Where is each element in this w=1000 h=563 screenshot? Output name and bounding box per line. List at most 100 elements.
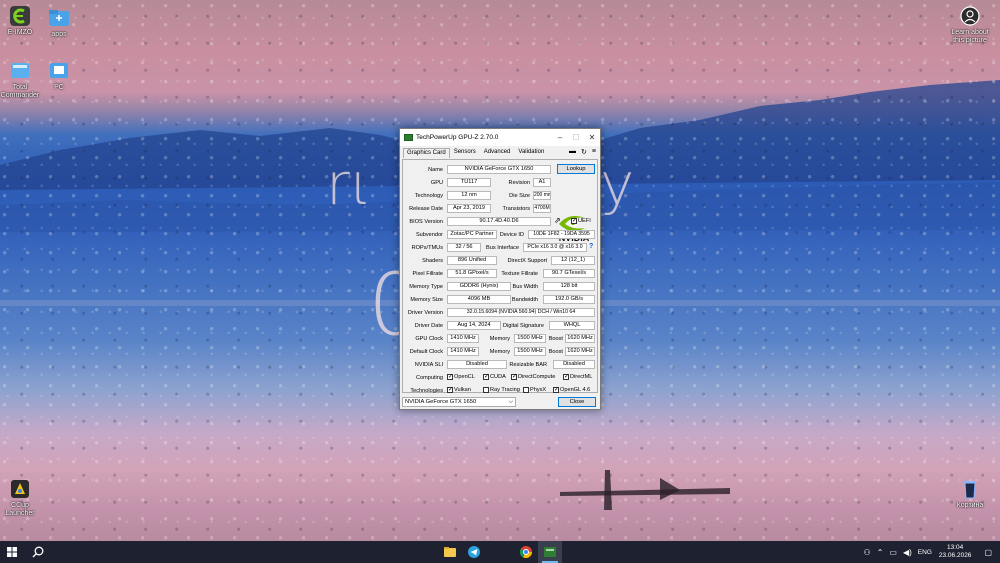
field-release-date[interactable]: Apr 23, 2019 bbox=[447, 204, 491, 213]
taskbar-app-gpuz[interactable] bbox=[538, 541, 562, 563]
gpuz-titlebar[interactable]: TechPowerUp GPU-Z 2.70.0 – ☐ ✕ bbox=[400, 129, 600, 146]
field-nvidia-sli[interactable]: Disabled bbox=[447, 360, 507, 369]
volume-icon[interactable]: ◀) bbox=[903, 548, 912, 557]
refresh-icon[interactable]: ↻ bbox=[581, 148, 587, 156]
language-switch[interactable]: ENG bbox=[918, 549, 932, 556]
field-texture-fillrate[interactable]: 90.7 GTexel/s bbox=[543, 269, 595, 278]
desktop-icon-ccup-launcher[interactable]: CCup Launcher bbox=[0, 478, 42, 518]
tab-graphics-card[interactable]: Graphics Card bbox=[403, 148, 450, 158]
checkbox-box: ✓ bbox=[571, 218, 578, 224]
taskbar-clock[interactable]: 13:04 23.06.2026 bbox=[939, 544, 972, 560]
field-name[interactable]: NVIDIA GeForce GTX 1650 bbox=[447, 165, 551, 174]
tab-sensors[interactable]: Sensors bbox=[450, 147, 480, 158]
start-button[interactable] bbox=[0, 541, 24, 563]
taskbar-time: 13:04 bbox=[947, 544, 964, 551]
field-transistors[interactable]: 4700M bbox=[533, 204, 551, 213]
label-rops-tmus: ROPs/TMUs bbox=[411, 245, 443, 251]
field-gpu-clock[interactable]: 1410 MHz bbox=[447, 334, 479, 343]
field-shaders[interactable]: 896 Unified bbox=[447, 256, 497, 265]
field-technology[interactable]: 12 nm bbox=[447, 191, 491, 200]
lookup-button[interactable]: Lookup bbox=[557, 164, 595, 174]
gpu-select-dropdown[interactable]: NVIDIA GeForce GTX 1650 ⌵ bbox=[402, 397, 516, 407]
checkbox-directcompute[interactable]: ✓ DirectCompute bbox=[511, 374, 555, 380]
maximize-icon[interactable]: ☐ bbox=[568, 129, 584, 146]
field-gpu[interactable]: TU117 bbox=[447, 178, 491, 187]
desktop-icon-recycle-bin[interactable]: Корзина bbox=[948, 478, 992, 510]
checkbox-opengl[interactable]: ✓ OpenGL 4.6 bbox=[553, 387, 590, 393]
desktop-icon-label: PC bbox=[54, 84, 64, 91]
field-gpu-memory[interactable]: 1500 MHz bbox=[514, 334, 546, 343]
field-pixel-fillrate[interactable]: 51.8 GPixel/s bbox=[447, 269, 497, 278]
field-bandwidth[interactable]: 192.0 GB/s bbox=[543, 295, 595, 304]
label-bus-interface: Bus Interface bbox=[486, 245, 519, 251]
desktop-icon-apps[interactable]: apps bbox=[37, 7, 81, 39]
taskbar-app-chrome[interactable] bbox=[514, 541, 538, 563]
field-bus-width[interactable]: 128 bit bbox=[543, 282, 595, 291]
checkbox-label: PhysX bbox=[530, 387, 547, 393]
label-gpu-clock: GPU Clock bbox=[415, 336, 443, 342]
checkbox-box: ✓ bbox=[447, 374, 454, 380]
ccup-launcher-icon bbox=[11, 480, 29, 498]
gpuz-window-title: TechPowerUp GPU-Z 2.70.0 bbox=[416, 134, 499, 141]
field-bios-version[interactable]: 90.17.4D.40.D6 bbox=[447, 217, 551, 226]
label-technologies: Technologies bbox=[410, 388, 443, 394]
checkbox-physx[interactable]: PhysX bbox=[523, 387, 546, 393]
people-icon[interactable]: ⚇ bbox=[864, 548, 871, 557]
field-driver-version[interactable]: 32.0.15.6094 (NVIDIA 560.94) DCH / Win10… bbox=[447, 308, 595, 317]
field-memory-type[interactable]: GDDR6 (Hynix) bbox=[447, 282, 511, 291]
label-shaders: Shaders bbox=[422, 258, 443, 264]
checkbox-label: DirectCompute bbox=[518, 374, 556, 380]
field-rops-tmus[interactable]: 32 / 56 bbox=[447, 243, 481, 252]
checkbox-vulkan[interactable]: ✓ Vulkan bbox=[447, 387, 471, 393]
field-resizable-bar[interactable]: Disabled bbox=[553, 360, 595, 369]
checkbox-opencl[interactable]: ✓ OpenCL bbox=[447, 374, 475, 380]
tab-validation[interactable]: Validation bbox=[514, 147, 548, 158]
desktop-icon-pc[interactable]: PC bbox=[37, 60, 81, 92]
label-bios-version: BIOS Version bbox=[409, 219, 443, 225]
checkbox-directml[interactable]: ✓ DirectML bbox=[563, 374, 592, 380]
field-die-size[interactable]: 200 mm² bbox=[533, 191, 551, 200]
label-default-memory: Memory bbox=[489, 349, 510, 355]
checkbox-cuda[interactable]: ✓ CUDA bbox=[483, 374, 506, 380]
screenshot-camera-icon[interactable]: ▬ bbox=[569, 148, 576, 156]
label-die-size: Die Size bbox=[509, 193, 530, 199]
menu-icon[interactable]: ≡ bbox=[592, 148, 596, 156]
e-imzo-icon bbox=[10, 6, 30, 26]
close-icon[interactable]: ✕ bbox=[584, 129, 600, 146]
label-resizable-bar: Resizable BAR bbox=[509, 362, 547, 368]
minimize-icon[interactable]: – bbox=[552, 129, 568, 146]
field-gpu-boost[interactable]: 1620 MHz bbox=[565, 334, 595, 343]
notifications-icon[interactable]: ▢ bbox=[984, 548, 992, 557]
chevron-up-icon[interactable]: ⌃ bbox=[877, 548, 884, 557]
field-memory-size[interactable]: 4096 MB bbox=[447, 295, 511, 304]
taskbar-app-file-explorer[interactable] bbox=[438, 541, 462, 563]
field-device-id[interactable]: 10DE 1F82 - 19DA 3595 bbox=[528, 230, 595, 239]
checkbox-uefi[interactable]: ✓ UEFI bbox=[571, 218, 591, 224]
network-icon[interactable]: ▭ bbox=[889, 548, 897, 557]
field-bus-interface[interactable]: PCIe x16 3.0 @ x16 3.0 bbox=[523, 243, 587, 252]
field-driver-date[interactable]: Aug 14, 2024 bbox=[447, 321, 501, 330]
desktop-icon-learn-about-picture[interactable]: Learn about this picture bbox=[948, 5, 992, 45]
field-default-clock[interactable]: 1410 MHz bbox=[447, 347, 479, 356]
share-icon[interactable]: ⇗ bbox=[554, 216, 561, 225]
label-default-clock: Default Clock bbox=[409, 349, 443, 355]
field-default-boost[interactable]: 1620 MHz bbox=[565, 347, 595, 356]
help-icon[interactable]: ? bbox=[589, 243, 593, 250]
desktop-icon-label: E-IMZO bbox=[7, 29, 33, 36]
field-revision[interactable]: A1 bbox=[533, 178, 551, 187]
field-default-memory[interactable]: 1500 MHz bbox=[514, 347, 546, 356]
desktop-icon-e-imzo[interactable]: E-IMZO bbox=[0, 5, 42, 37]
field-subvendor[interactable]: Zotac/PC Partner bbox=[447, 230, 497, 239]
field-directx-support[interactable]: 12 (12_1) bbox=[551, 256, 595, 265]
label-gpu: GPU bbox=[430, 180, 443, 186]
close-button[interactable]: Close bbox=[558, 397, 596, 407]
gpuz-bottom-bar: NVIDIA GeForce GTX 1650 ⌵ Close bbox=[402, 395, 598, 409]
field-digital-signature[interactable]: WHQL bbox=[549, 321, 595, 330]
search-button[interactable] bbox=[26, 541, 50, 563]
search-icon bbox=[32, 546, 44, 558]
checkbox-ray-tracing[interactable]: Ray Tracing bbox=[483, 387, 520, 393]
desktop-icon-total-commander[interactable]: Total Commander bbox=[0, 60, 42, 100]
taskbar-app-telegram[interactable] bbox=[462, 541, 486, 563]
tab-advanced[interactable]: Advanced bbox=[480, 147, 515, 158]
gpuz-app-icon bbox=[404, 134, 413, 141]
